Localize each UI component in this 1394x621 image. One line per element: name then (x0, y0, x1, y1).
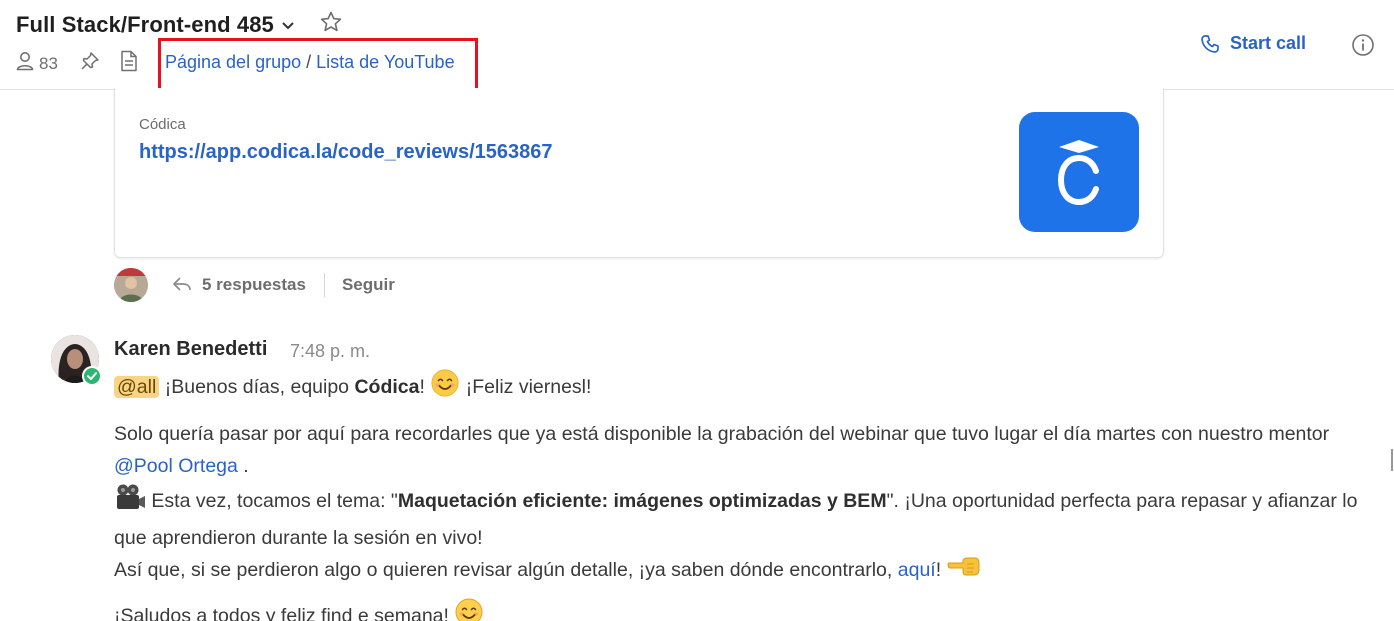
link-preview-card[interactable]: Códica https://app.codica.la/code_review… (114, 88, 1164, 258)
text-segment: Así que, si se perdieron algo o quieren … (114, 559, 898, 581)
here-link[interactable]: aquí (898, 559, 936, 581)
bold-text: Maquetación eficiente: imágenes optimiza… (397, 490, 887, 513)
chat-header: Full Stack/Front-end 485 83 Página del g… (0, 0, 1394, 91)
message-line-closing: ¡Saludos a todos y feliz find e semana! (114, 597, 1376, 621)
bold-text: Códica (354, 376, 420, 399)
meta-row: 83 (16, 50, 138, 77)
smiling-face-emoji (430, 368, 460, 408)
message-paragraph-main: Solo quería pasar por aquí para recordar… (114, 418, 1376, 587)
title-row: Full Stack/Front-end 485 (16, 10, 343, 39)
text-segment: . (237, 455, 249, 477)
text-segment: ! (935, 559, 947, 581)
user-icon (16, 51, 34, 76)
mention-user[interactable]: @Pool Ortega (114, 455, 238, 477)
text-segment: Esta vez, tocamos el tema: " (146, 490, 398, 513)
text-segment: ¡Buenos días, equipo (159, 376, 355, 399)
phone-icon (1201, 34, 1219, 53)
mention-all[interactable]: @all (114, 376, 160, 399)
preview-url-link[interactable]: https://app.codica.la/code_reviews/15638… (139, 141, 553, 164)
text-segment: ¡Feliz viernesl! (460, 376, 592, 399)
info-icon[interactable] (1351, 33, 1375, 62)
start-call-label: Start call (1230, 33, 1307, 53)
divider (323, 273, 325, 297)
highlight-box (158, 38, 478, 91)
message-body: @all ¡Buenos días, equipo Códica! ¡Feliz… (114, 368, 1376, 621)
text-segment: ¡Saludos a todos y feliz find e semana! (114, 605, 455, 621)
message-time[interactable]: 7:48 p. m. (290, 341, 370, 362)
chevron-down-icon[interactable] (281, 18, 295, 36)
online-status-badge (82, 366, 102, 386)
replies-count-link[interactable]: 5 respuestas (202, 275, 306, 295)
scrollbar-thumb[interactable] (1391, 449, 1393, 471)
author-name[interactable]: Karen Benedetti (114, 338, 267, 361)
start-call-button[interactable]: Start call (1200, 33, 1306, 54)
preview-site-name: Códica (139, 116, 186, 133)
reply-avatar[interactable] (114, 268, 148, 302)
group-title[interactable]: Full Stack/Front-end 485 (16, 12, 274, 38)
thread-summary: 5 respuestas Seguir (114, 268, 395, 302)
follow-button[interactable]: Seguir (342, 275, 395, 295)
reply-icon (172, 276, 192, 297)
smiling-face-emoji (454, 597, 484, 621)
document-icon[interactable] (120, 50, 138, 77)
member-count[interactable]: 83 (39, 54, 58, 74)
message-line-greeting: @all ¡Buenos días, equipo Códica! ¡Feliz… (114, 368, 1376, 408)
text-segment: Solo quería pasar por aquí para recordar… (114, 423, 1330, 445)
movie-camera-emoji (114, 482, 146, 522)
codica-logo (1019, 112, 1139, 232)
star-icon[interactable] (319, 10, 343, 39)
pin-icon[interactable] (80, 51, 100, 76)
pointing-left-emoji (947, 555, 981, 587)
text-segment: ! (419, 376, 431, 399)
